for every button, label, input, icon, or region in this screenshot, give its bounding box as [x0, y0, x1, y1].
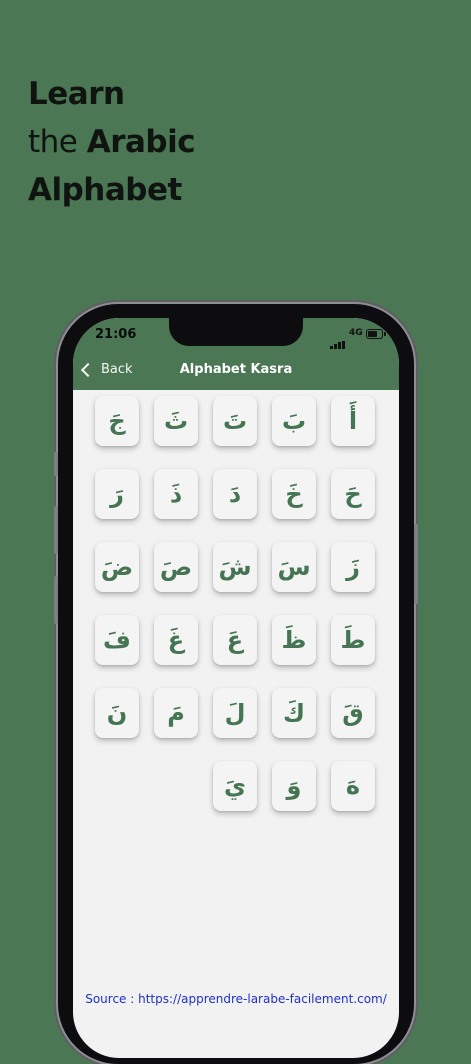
letter-tile[interactable]: لَ	[213, 688, 257, 738]
headline-line-2-prefix: the	[28, 124, 78, 160]
headline-line-2-bold: Arabic	[86, 124, 196, 160]
letter-tile[interactable]: دَ	[213, 469, 257, 519]
letter-tile[interactable]: جَ	[95, 396, 139, 446]
letter-tile[interactable]: كَ	[272, 688, 316, 738]
letter-tile[interactable]: ظَ	[272, 615, 316, 665]
letter-tile[interactable]: عَ	[213, 615, 257, 665]
letter-tile[interactable]: صَ	[154, 542, 198, 592]
letter-tile[interactable]: شَ	[213, 542, 257, 592]
status-time: 21:06	[95, 327, 137, 342]
network-type: 4G	[349, 328, 363, 338]
letter-tile[interactable]: ثَ	[154, 396, 198, 446]
letter-tile[interactable]: رَ	[95, 469, 139, 519]
letter-tile[interactable]: أَ	[331, 396, 375, 446]
power-button	[414, 524, 418, 604]
phone-screen: 21:06 4G Back Alphabet Kasra جَ ثَ تَ بَ…	[73, 318, 399, 1058]
letter-tile[interactable]: هَ	[331, 761, 375, 811]
signal-icon	[330, 330, 346, 349]
letter-tile[interactable]: فَ	[95, 615, 139, 665]
headline-line-1: Learn	[28, 76, 125, 112]
letter-tile[interactable]: ضَ	[95, 542, 139, 592]
letter-tile[interactable]: يَ	[213, 761, 257, 811]
volume-up-button	[54, 506, 58, 554]
letter-tile[interactable]: ذَ	[154, 469, 198, 519]
letter-grid: جَ ثَ تَ بَ أَ رَ ذَ دَ خَ حَ ضَ صَ شَ س…	[95, 396, 379, 811]
letter-tile[interactable]: مَ	[154, 688, 198, 738]
letter-tile[interactable]: خَ	[272, 469, 316, 519]
letter-tile[interactable]: زَ	[331, 542, 375, 592]
letter-tile[interactable]: وَ	[272, 761, 316, 811]
mute-switch	[54, 452, 58, 476]
letter-tile[interactable]: حَ	[331, 469, 375, 519]
headline: Learn the Arabic Alphabet	[28, 70, 196, 214]
letter-tile[interactable]: نَ	[95, 688, 139, 738]
letter-tile[interactable]: طَ	[331, 615, 375, 665]
letter-tile[interactable]: غَ	[154, 615, 198, 665]
source-link[interactable]: Source : https://apprendre-larabe-facile…	[73, 992, 399, 1006]
app-header: 21:06 4G Back Alphabet Kasra	[73, 318, 399, 390]
volume-down-button	[54, 576, 58, 624]
battery-icon	[366, 329, 386, 339]
page-title: Alphabet Kasra	[179, 362, 293, 377]
letter-tile[interactable]: تَ	[213, 396, 257, 446]
letter-tile[interactable]: بَ	[272, 396, 316, 446]
letter-tile[interactable]: قَ	[331, 688, 375, 738]
headline-line-2: the Arabic	[28, 118, 196, 166]
letter-tile[interactable]: سَ	[272, 542, 316, 592]
camera-notch	[169, 318, 303, 346]
headline-line-3: Alphabet	[28, 172, 182, 208]
